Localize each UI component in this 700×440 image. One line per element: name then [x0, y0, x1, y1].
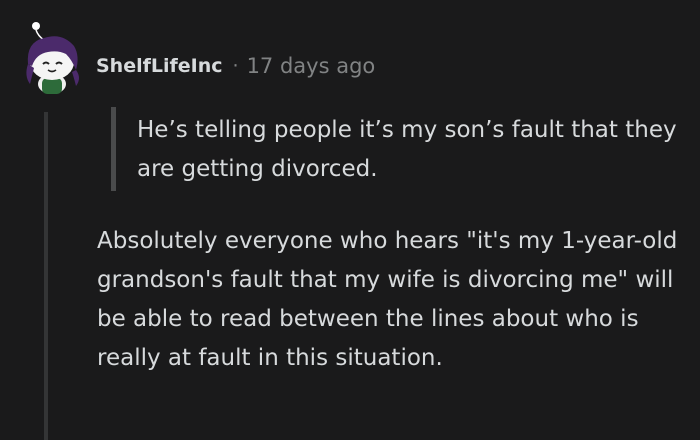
avatar[interactable] — [22, 20, 82, 96]
timestamp[interactable]: 17 days ago — [247, 54, 376, 78]
username-link[interactable]: ShelfLifeInc — [96, 55, 223, 77]
quote-text: He’s telling people it’s my son’s fault … — [137, 117, 677, 182]
comment-header: ShelfLifeInc · 17 days ago — [96, 52, 375, 80]
thread-line[interactable] — [44, 112, 48, 440]
meta-separator: · — [232, 55, 239, 77]
snoo-avatar-icon — [26, 22, 79, 94]
comment-body: Absolutely everyone who hears "it's my 1… — [97, 228, 678, 371]
blockquote: He’s telling people it’s my son’s fault … — [111, 107, 686, 191]
